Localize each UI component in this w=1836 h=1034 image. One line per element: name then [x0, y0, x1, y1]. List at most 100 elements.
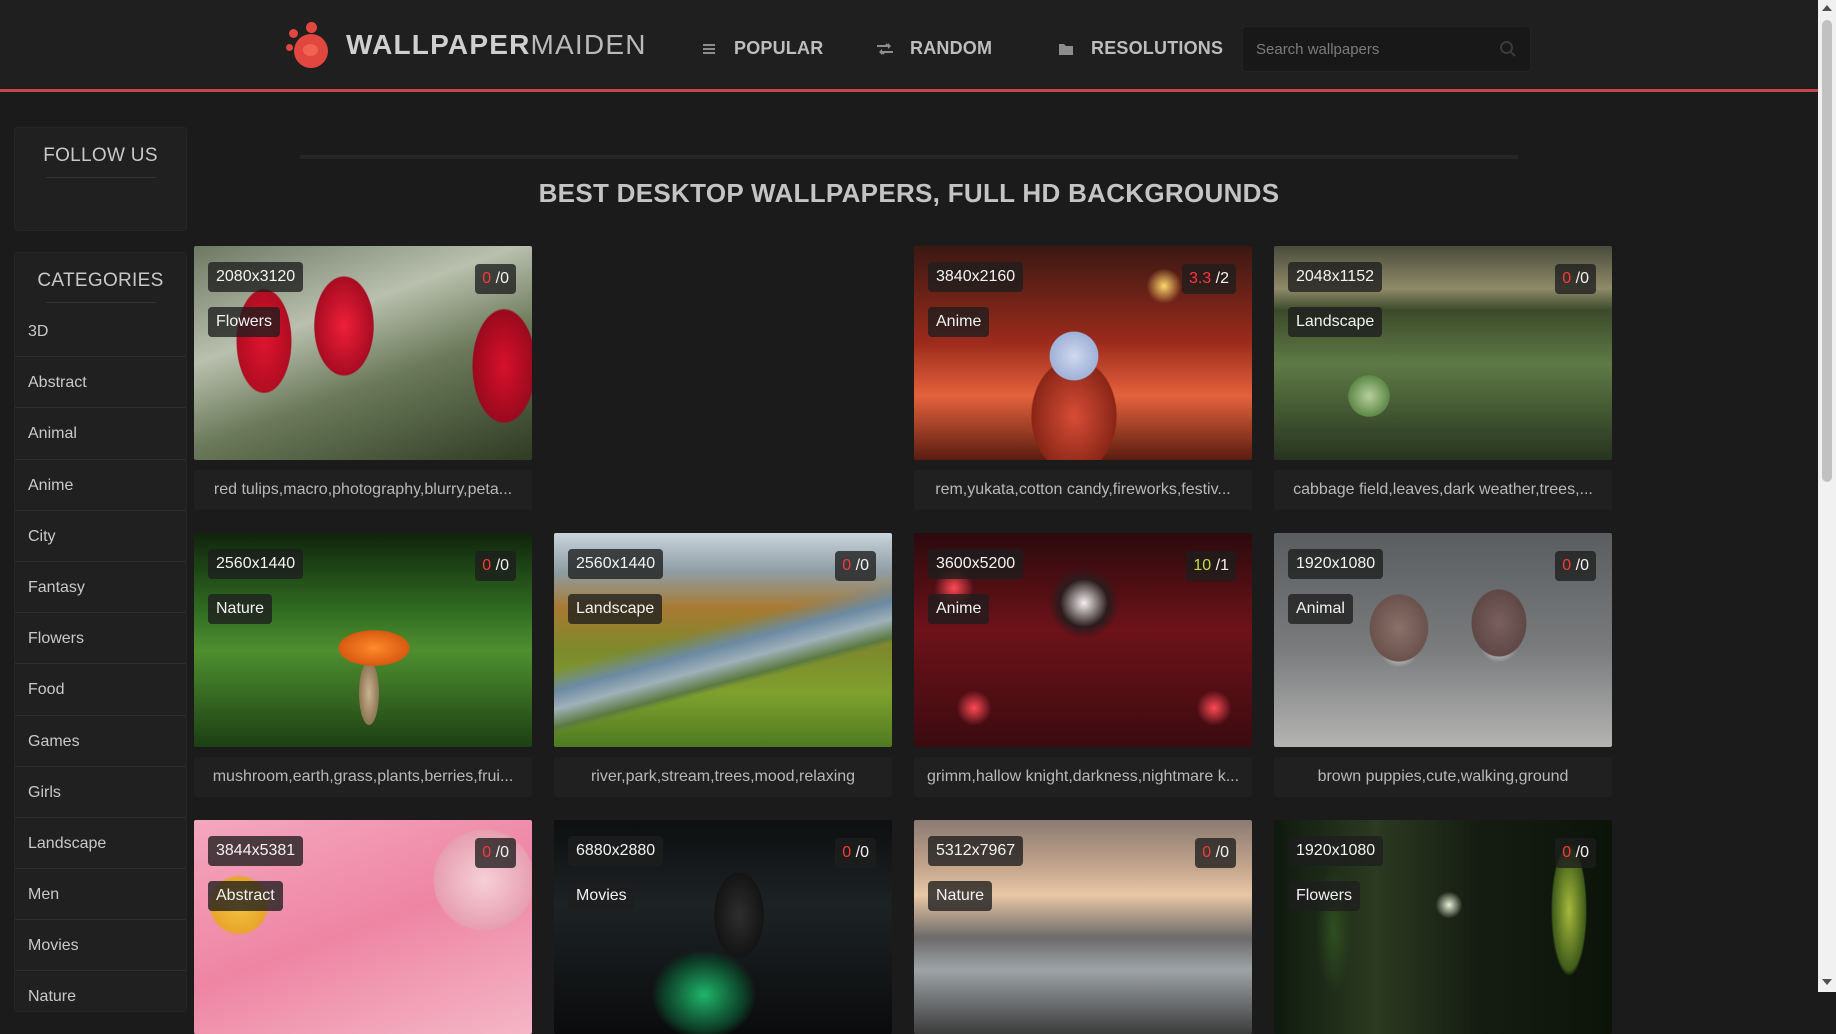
rating-value: 10	[1193, 557, 1212, 574]
wallpaper-card[interactable]: 6880x2880 Movies 0 /0	[554, 820, 892, 1034]
category-item[interactable]: Animal	[15, 408, 186, 460]
wallpaper-card[interactable]: 1920x1080 Animal 0 /0 brown puppies,cute,wa…	[1274, 533, 1612, 797]
wallpaper-thumbnail[interactable]: 3600x5200 Anime 10 /1	[914, 533, 1252, 747]
rating-badge: 0 /0	[835, 551, 876, 581]
wallpaper-card[interactable]: 3600x5200 Anime 10 /1 grimm,hallow knight,d…	[914, 533, 1252, 797]
category-item[interactable]: Anime	[15, 460, 186, 511]
wallpaper-thumbnail[interactable]: 1920x1080 Animal 0 /0	[1274, 533, 1612, 747]
category-badge[interactable]: Abstract	[208, 881, 283, 911]
category-item[interactable]: Flowers	[15, 613, 186, 665]
follow-us-panel: FOLLOW US	[14, 127, 187, 231]
follow-us-title: FOLLOW US	[43, 145, 158, 166]
category-item[interactable]: Food	[15, 664, 186, 716]
category-badge[interactable]: Movies	[568, 881, 635, 911]
resolution-badge: 3844x5381	[208, 836, 304, 866]
rating-badge: 0 /0	[1555, 838, 1596, 868]
wallpaper-thumbnail[interactable]: 2048x1152 Landscape 0 /0	[1274, 246, 1612, 460]
category-badge[interactable]: Nature	[208, 594, 273, 624]
category-item[interactable]: Landscape	[15, 818, 186, 870]
search-input[interactable]	[1243, 27, 1493, 71]
category-item[interactable]: Games	[15, 716, 186, 767]
rating-votes: /2	[1215, 270, 1229, 287]
resolution-badge: 2048x1152	[1288, 262, 1382, 292]
divider	[45, 177, 156, 178]
rating-value: 0	[1562, 844, 1572, 861]
rating-badge: 0 /0	[1555, 551, 1596, 581]
rating-value: 0	[482, 844, 492, 861]
category-item[interactable]: Movies	[15, 920, 186, 972]
categories-panel: CATEGORIES 3D Abstract Animal Anime City Fant…	[14, 252, 187, 1012]
category-badge[interactable]: Animal	[1288, 594, 1353, 624]
wallpaper-thumbnail[interactable]: 1920x1080 Flowers 0 /0	[1274, 820, 1612, 1034]
wallpaper-thumbnail[interactable]: 2080x3120 Flowers 0 /0	[194, 246, 532, 460]
category-badge[interactable]: Anime	[928, 594, 990, 624]
rating-votes: /0	[855, 844, 869, 861]
scroll-up-arrow-icon[interactable]	[1822, 5, 1832, 11]
category-item[interactable]: City	[15, 511, 186, 562]
nav-random[interactable]: RANDOM	[876, 38, 992, 59]
wallpaper-thumbnail[interactable]: 6880x2880 Movies 0 /0	[554, 820, 892, 1034]
category-item[interactable]: 3D	[15, 306, 186, 358]
scroll-down-arrow-icon[interactable]	[1822, 979, 1832, 985]
category-item[interactable]: Fantasy	[15, 562, 186, 614]
rating-badge: 0 /0	[475, 264, 516, 294]
wallpaper-card[interactable]: 1920x1080 Flowers 0 /0	[1274, 820, 1612, 1034]
wallpaper-thumbnail[interactable]: 2560x1440 Landscape 0 /0	[554, 533, 892, 747]
nav-resolutions-label: RESOLUTIONS	[1091, 38, 1224, 58]
list-icon	[700, 40, 718, 58]
wallpaper-thumbnail[interactable]: 2560x1440 Nature 0 /0	[194, 533, 532, 747]
wallpaper-tags[interactable]: rem,yukata,cotton candy,fireworks,festiv…	[914, 470, 1252, 510]
resolution-badge: 6880x2880	[568, 836, 664, 866]
shuffle-icon	[876, 40, 894, 58]
wallpaper-card[interactable]: 2560x1440 Landscape 0 /0 river,park,stream,…	[554, 533, 892, 797]
category-badge[interactable]: Anime	[928, 307, 990, 337]
page-title: BEST DESKTOP WALLPAPERS, FULL HD BACKGRO…	[538, 178, 1280, 208]
search-icon[interactable]	[1499, 40, 1517, 58]
divider	[45, 302, 156, 303]
wallpaper-card[interactable]: 5312x7967 Nature 0 /0	[914, 820, 1252, 1034]
rating-votes: /0	[495, 270, 509, 287]
wallpaper-thumbnail[interactable]: 3844x5381 Abstract 0 /0	[194, 820, 532, 1034]
scroll-thumb[interactable]	[1822, 20, 1832, 482]
rating-value: 0	[1562, 270, 1572, 287]
rating-badge: 0 /0	[1195, 838, 1236, 868]
category-item[interactable]: Girls	[15, 767, 186, 818]
wallpaper-tags[interactable]: grimm,hallow knight,darkness,nightmare k…	[914, 757, 1252, 797]
category-badge[interactable]: Landscape	[1288, 307, 1383, 337]
site-logo[interactable]: WALLPAPERMAIDEN	[286, 20, 647, 70]
rating-value: 0	[842, 557, 852, 574]
resolution-badge: 5312x7967	[928, 836, 1024, 866]
wallpaper-tags[interactable]: river,park,stream,trees,mood,relaxing	[554, 757, 892, 797]
wallpaper-card[interactable]: 3844x5381 Abstract 0 /0	[194, 820, 532, 1034]
nav-popular[interactable]: POPULAR	[700, 38, 823, 59]
wallpaper-tags[interactable]: brown puppies,cute,walking,ground	[1274, 757, 1612, 797]
categories-title: CATEGORIES	[37, 270, 164, 291]
resolution-badge: 2080x3120	[208, 262, 304, 292]
page-scrollbar[interactable]	[1818, 0, 1836, 992]
wallpaper-tags[interactable]: mushroom,earth,grass,plants,berries,frui…	[194, 757, 532, 797]
category-item[interactable]: Men	[15, 869, 186, 921]
wallpaper-tags[interactable]: red tulips,macro,photography,blurry,peta…	[194, 470, 532, 510]
category-badge[interactable]: Flowers	[208, 307, 281, 337]
category-item[interactable]: Abstract	[15, 357, 186, 409]
wallpaper-card[interactable]: 2560x1440 Nature 0 /0 mushroom,earth,grass,…	[194, 533, 532, 797]
nav-resolutions[interactable]: RESOLUTIONS	[1057, 38, 1223, 59]
nav-random-label: RANDOM	[910, 38, 993, 58]
site-header: WALLPAPERMAIDEN POPULAR RANDOM RESOLUTIO…	[0, 0, 1818, 92]
category-badge[interactable]: Flowers	[1288, 881, 1361, 911]
wallpaper-tags[interactable]: cabbage field,leaves,dark weather,trees,…	[1274, 470, 1612, 510]
category-badge[interactable]: Landscape	[568, 594, 663, 624]
wallpaper-card[interactable]: 2080x3120 Flowers 0 /0 red tulips,macro,pho…	[194, 246, 532, 510]
rating-badge: 3.3 /2	[1181, 264, 1236, 294]
wallpaper-thumbnail[interactable]: 5312x7967 Nature 0 /0	[914, 820, 1252, 1034]
category-badge[interactable]: Nature	[928, 881, 993, 911]
rating-value: 0	[482, 557, 492, 574]
rating-badge: 0 /0	[1555, 264, 1596, 294]
rating-votes: /0	[855, 557, 869, 574]
wallpaper-card[interactable]: 3840x2160 Anime 3.3 /2 rem,yukata,cotton ca…	[914, 246, 1252, 510]
title-divider	[300, 155, 1518, 159]
wallpaper-thumbnail[interactable]: 3840x2160 Anime 3.3 /2	[914, 246, 1252, 460]
logo-text: WALLPAPERMAIDEN	[346, 29, 647, 60]
rating-badge: 10 /1	[1186, 551, 1236, 581]
wallpaper-card[interactable]: 2048x1152 Landscape 0 /0 cabbage field,leav…	[1274, 246, 1612, 510]
